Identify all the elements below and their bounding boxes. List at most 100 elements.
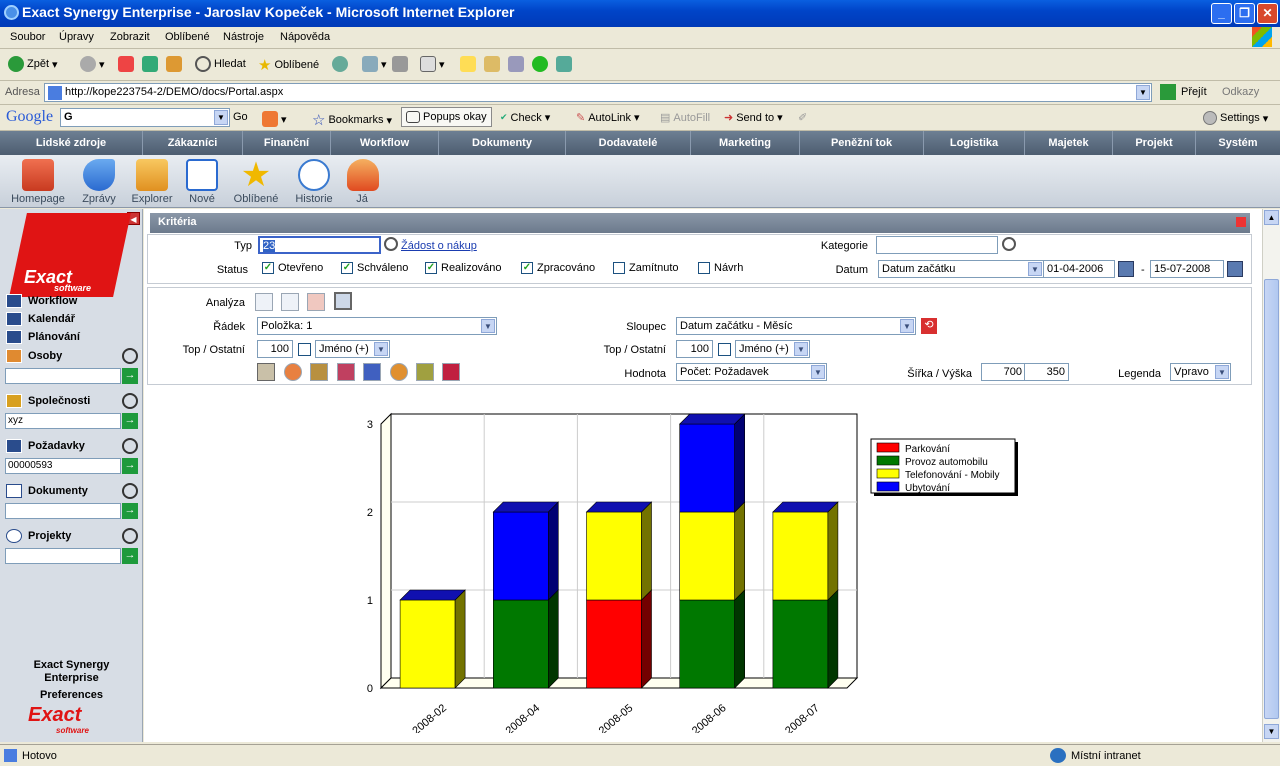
nav-marketing[interactable]: Marketing: [691, 131, 800, 155]
date-from-input[interactable]: 01-04-2006: [1043, 260, 1115, 278]
nav-projekt[interactable]: Projekt: [1113, 131, 1196, 155]
home-button[interactable]: [166, 56, 182, 72]
analysis-pivot-icon[interactable]: [307, 293, 325, 311]
nav-dokumenty[interactable]: Dokumenty: [439, 131, 566, 155]
chart-type-pie-icon[interactable]: [284, 363, 302, 381]
sidebar-section-pozadavky[interactable]: Požadavky: [6, 439, 85, 453]
search-dokumenty-icon[interactable]: [122, 483, 138, 499]
menu-soubor[interactable]: Soubor: [10, 31, 45, 43]
search-button[interactable]: Hledat: [195, 56, 246, 72]
sendto-button[interactable]: ➜ Send to ▾: [724, 111, 783, 125]
highlight-icon[interactable]: ✐: [798, 111, 807, 124]
width-input[interactable]: 700: [981, 363, 1026, 381]
projekty-input[interactable]: [5, 548, 121, 564]
links-label[interactable]: Odkazy: [1222, 86, 1259, 98]
preferences-link[interactable]: Preferences: [0, 689, 143, 702]
date-to-input[interactable]: 15-07-2008: [1150, 260, 1224, 278]
pozadavky-input[interactable]: 00000593: [5, 458, 121, 474]
top2-input[interactable]: 100: [676, 340, 713, 358]
menu-oblibene[interactable]: Oblíbené: [165, 31, 210, 43]
calendar-to-icon[interactable]: [1227, 261, 1243, 277]
go-button[interactable]: Přejít: [1181, 86, 1207, 98]
typ-search-icon[interactable]: [384, 237, 398, 251]
refresh-button[interactable]: [142, 56, 158, 72]
top-select[interactable]: Jméno (+) ▼: [315, 340, 390, 358]
search-pozadavky-icon[interactable]: [122, 438, 138, 454]
check-button[interactable]: ✔ Check ▾: [500, 111, 550, 125]
spolecnosti-go-button[interactable]: →: [122, 413, 138, 429]
calendar-from-icon[interactable]: [1118, 261, 1134, 277]
homepage-button[interactable]: Homepage: [7, 159, 69, 205]
nav-penezni-tok[interactable]: Peněžní tok: [800, 131, 924, 155]
typ-link[interactable]: Žádost o nákup: [401, 240, 477, 252]
oblibene-button[interactable]: ★ Oblíbené: [230, 158, 282, 205]
edit-button[interactable]: ▾: [420, 56, 445, 72]
sidebar-section-osoby[interactable]: Osoby: [6, 349, 62, 363]
top2-select[interactable]: Jméno (+) ▼: [735, 340, 810, 358]
settings-button[interactable]: Settings ▾: [1203, 111, 1268, 125]
address-input[interactable]: http://kope223754-2/DEMO/docs/Portal.asp…: [44, 83, 1152, 102]
research-button[interactable]: [484, 56, 500, 72]
sidebar-section-projekty[interactable]: Projekty: [6, 529, 71, 543]
tool-button[interactable]: [556, 56, 572, 72]
stop-button[interactable]: [118, 56, 134, 72]
google-search-input[interactable]: G ▼: [60, 108, 230, 127]
popups-button[interactable]: Popups okay: [401, 107, 492, 127]
hodnota-select[interactable]: Počet: Požadavek ▼: [676, 363, 827, 381]
maximize-button[interactable]: ❐: [1234, 3, 1255, 24]
forward-button[interactable]: ▾: [80, 56, 105, 72]
chart-type-bar-icon[interactable]: [257, 363, 275, 381]
menu-upravy[interactable]: Úpravy: [59, 31, 94, 43]
menu-nastroje[interactable]: Nástroje: [223, 31, 264, 43]
swap-icon[interactable]: ⟲: [921, 318, 937, 334]
typ-input[interactable]: 23: [258, 236, 381, 254]
osoby-go-button[interactable]: →: [122, 368, 138, 384]
status-realizovano[interactable]: ✓ Realizováno: [425, 262, 502, 274]
kategorie-search-icon[interactable]: [1002, 237, 1016, 251]
favorites-button[interactable]: ★ Oblíbené: [258, 56, 319, 74]
ja-button[interactable]: Já: [347, 159, 379, 205]
scroll-down-icon[interactable]: ▼: [1264, 724, 1279, 739]
analysis-grid-icon[interactable]: [281, 293, 299, 311]
zpravy-button[interactable]: Zprávy: [78, 159, 120, 205]
sidebar-section-spolecnosti[interactable]: Společnosti: [6, 394, 90, 408]
mail-button[interactable]: ▾: [362, 56, 387, 72]
search-osoby-icon[interactable]: [122, 348, 138, 364]
sidebar-link-kalendar[interactable]: Kalendář: [6, 312, 75, 326]
historie-button[interactable]: Historie: [292, 159, 336, 205]
discuss-button[interactable]: [460, 56, 476, 72]
search-projekty-icon[interactable]: [122, 528, 138, 544]
nav-zakaznici[interactable]: Zákazníci: [143, 131, 243, 155]
nav-lidske-zdroje[interactable]: Lidské zdroje: [0, 131, 143, 155]
dokumenty-go-button[interactable]: →: [122, 503, 138, 519]
search-spolecnosti-icon[interactable]: [122, 393, 138, 409]
projekty-go-button[interactable]: →: [122, 548, 138, 564]
radek-select[interactable]: Položka: 1 ▼: [257, 317, 497, 335]
osoby-input[interactable]: [5, 368, 121, 384]
chart-type-line-icon[interactable]: [416, 363, 434, 381]
scroll-thumb[interactable]: [1264, 279, 1279, 719]
sidebar-section-dokumenty[interactable]: Dokumenty: [6, 484, 88, 498]
top-input[interactable]: 100: [257, 340, 293, 358]
spolecnosti-input[interactable]: xyz: [5, 413, 121, 429]
address-dropdown-icon[interactable]: ▼: [1136, 85, 1150, 100]
messenger-button[interactable]: [508, 56, 524, 72]
google-go-button[interactable]: Go: [233, 111, 248, 123]
nav-system[interactable]: Systém: [1196, 131, 1280, 155]
menu-napoveda[interactable]: Nápověda: [280, 31, 330, 43]
chart-type-scatter-icon[interactable]: [310, 363, 328, 381]
autolink-button[interactable]: ✎ AutoLink ▾: [576, 111, 640, 125]
pozadavky-go-button[interactable]: →: [122, 458, 138, 474]
status-otevreno[interactable]: ✓ Otevřeno: [262, 262, 323, 274]
status-zpracovano[interactable]: ✓ Zpracováno: [521, 262, 595, 274]
chart-type-area-icon[interactable]: [337, 363, 355, 381]
nove-button[interactable]: Nové: [184, 159, 220, 205]
dokumenty-input[interactable]: [5, 503, 121, 519]
menu-zobrazit[interactable]: Zobrazit: [110, 31, 150, 43]
nav-workflow[interactable]: Workflow: [331, 131, 439, 155]
kategorie-input[interactable]: [876, 236, 998, 254]
history-button[interactable]: [332, 56, 348, 72]
nav-majetek[interactable]: Majetek: [1025, 131, 1113, 155]
print-button[interactable]: [392, 56, 408, 72]
sidebar-link-planovani[interactable]: Plánování: [6, 330, 80, 344]
